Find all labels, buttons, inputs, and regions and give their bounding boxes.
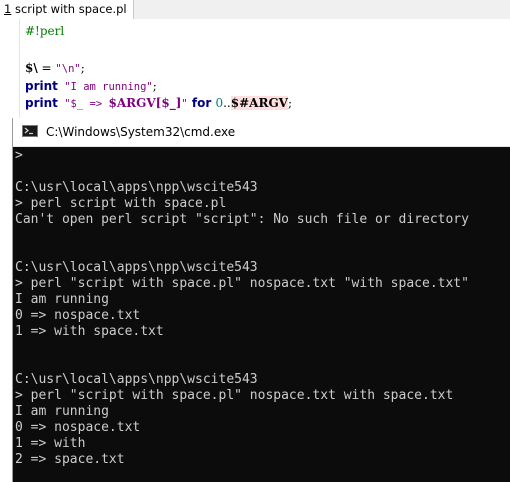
console-line: I am running	[15, 404, 109, 419]
cmd-window[interactable]: C:\Windows\System32\cmd.exe > C:\usr\loc…	[12, 118, 510, 482]
console-line: > perl "script with space.pl" nospace.tx…	[15, 388, 454, 403]
console-line: 0 => nospace.txt	[15, 420, 141, 435]
console-icon	[22, 125, 38, 137]
tab-filename: script with space.pl	[11, 2, 127, 16]
margin-divider	[19, 19, 20, 118]
code-semicolon: ;	[80, 61, 85, 75]
code-last-index-var: $#ARGV	[230, 96, 288, 110]
code-string: "\n"	[55, 63, 81, 75]
code-editor[interactable]: #!perl $\ = "\n"; print "I am running"; …	[0, 19, 510, 118]
editor-margin	[0, 19, 19, 118]
console-line: C:\usr\local\apps\npp\wscite543	[15, 372, 258, 387]
console-output[interactable]: > C:\usr\local\apps\npp\wscite543 > perl…	[13, 147, 510, 482]
code-keyword-print: print	[25, 96, 58, 110]
console-line: > perl script with space.pl	[15, 196, 227, 211]
tab-script-with-space[interactable]: 1 script with space.pl	[0, 0, 134, 19]
console-line: > perl "script with space.pl" nospace.tx…	[15, 276, 469, 291]
code-range-operator: ..	[223, 96, 231, 110]
console-line: 1 => with	[15, 436, 86, 451]
console-line: 1 => with space.txt	[15, 324, 164, 339]
console-line: >	[15, 148, 23, 163]
console-line: I am running	[15, 292, 109, 307]
code-array-element: $ARGV[$_]	[108, 96, 182, 110]
code-semicolon: ;	[288, 96, 293, 110]
cmd-titlebar[interactable]: C:\Windows\System32\cmd.exe	[13, 118, 510, 147]
code-keyword-print: print	[25, 79, 58, 93]
console-line: 0 => nospace.txt	[15, 308, 141, 323]
code-output-separator-var: $\	[25, 61, 38, 75]
code-line-4: print "I am running";	[25, 78, 157, 94]
cmd-window-title: C:\Windows\System32\cmd.exe	[46, 125, 236, 139]
console-line: C:\usr\local\apps\npp\wscite543	[15, 180, 258, 195]
code-line-1: #!perl	[25, 23, 64, 39]
code-line-5: print "$_ => $ARGV[$_]" for 0..$#ARGV;	[25, 95, 292, 111]
code-number: 0	[215, 96, 224, 110]
code-line-3: $\ = "\n";	[25, 60, 85, 76]
code-keyword-for: for	[187, 96, 216, 110]
code-string: "I am running"	[57, 81, 153, 93]
console-line: 2 => space.txt	[15, 452, 125, 467]
console-line: Can't open perl script "script": No such…	[15, 212, 469, 227]
code-shebang: #!perl	[25, 24, 65, 38]
code-string-start: "$_ =>	[57, 98, 109, 110]
code-operator: =	[37, 61, 56, 75]
code-semicolon: ;	[152, 79, 157, 93]
editor-tab-bar: 1 script with space.pl	[0, 0, 510, 19]
console-line: C:\usr\local\apps\npp\wscite543	[15, 260, 258, 275]
